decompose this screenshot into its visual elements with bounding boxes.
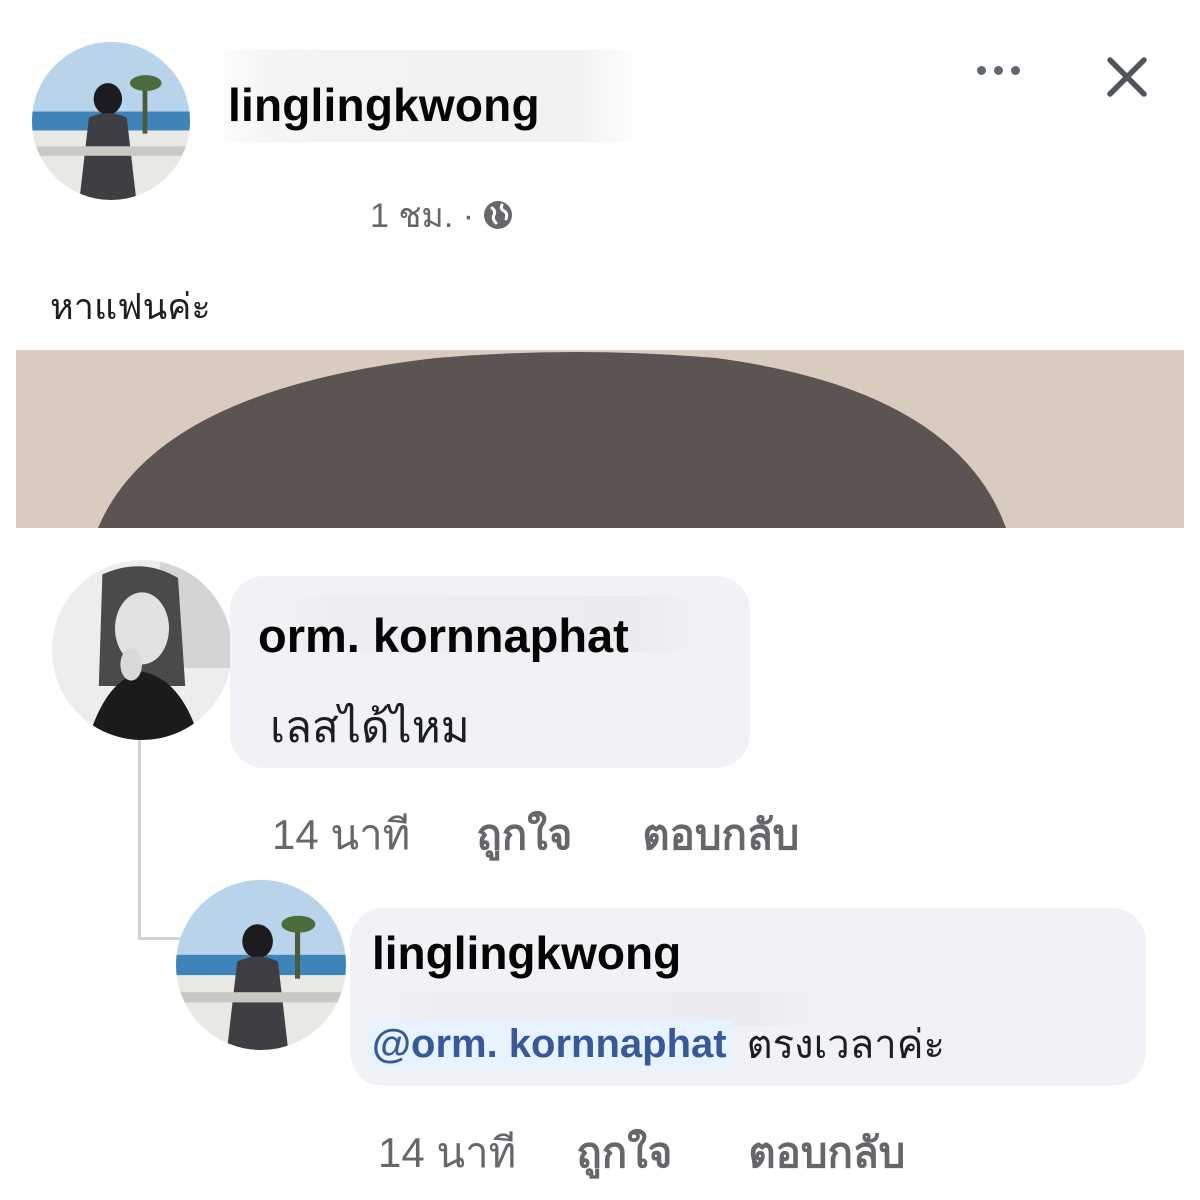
- post-image[interactable]: [16, 350, 1184, 528]
- more-options-icon[interactable]: [968, 58, 1028, 82]
- reply-author-name[interactable]: linglingkwong: [372, 926, 681, 980]
- comment-text: เลสได้ไหม: [270, 703, 470, 752]
- mention-link[interactable]: @orm. kornnaphat: [366, 1019, 733, 1069]
- avatar-photo: [32, 42, 190, 200]
- comment-timestamp[interactable]: 14 นาที: [272, 802, 410, 868]
- close-icon[interactable]: [1102, 52, 1152, 102]
- avatar-photo: [52, 560, 232, 740]
- post-text: หาแฟนค่ะ: [50, 286, 211, 327]
- like-button[interactable]: ถูกใจ: [576, 1120, 672, 1186]
- comment-author-name[interactable]: orm. kornnaphat: [258, 608, 629, 663]
- avatar-photo: [176, 880, 346, 1050]
- globe-icon: [484, 201, 513, 229]
- post-image-graphic: [16, 350, 1184, 528]
- post-meta: 1 ชม. ·: [370, 195, 514, 235]
- reply-text: ตรงเวลาค่ะ: [746, 1023, 945, 1067]
- post-author-avatar[interactable]: [32, 42, 190, 200]
- reply-actions: 14 นาที ถูกใจ ตอบกลับ: [378, 1120, 905, 1186]
- like-button[interactable]: ถูกใจ: [476, 802, 572, 868]
- reply-content: @orm. kornnaphat ตรงเวลาค่ะ: [366, 1012, 945, 1076]
- post-timestamp[interactable]: 1 ชม. ·: [370, 188, 474, 242]
- comment-actions: 14 นาที ถูกใจ ตอบกลับ: [272, 802, 799, 868]
- comment-author-avatar[interactable]: [52, 560, 232, 740]
- reply-button[interactable]: ตอบกลับ: [642, 802, 799, 868]
- post-author-name[interactable]: linglingkwong: [228, 78, 540, 132]
- reply-author-avatar[interactable]: [176, 880, 346, 1050]
- reply-timestamp[interactable]: 14 นาที: [378, 1120, 516, 1186]
- reply-button[interactable]: ตอบกลับ: [748, 1120, 905, 1186]
- thread-connector: [138, 705, 141, 940]
